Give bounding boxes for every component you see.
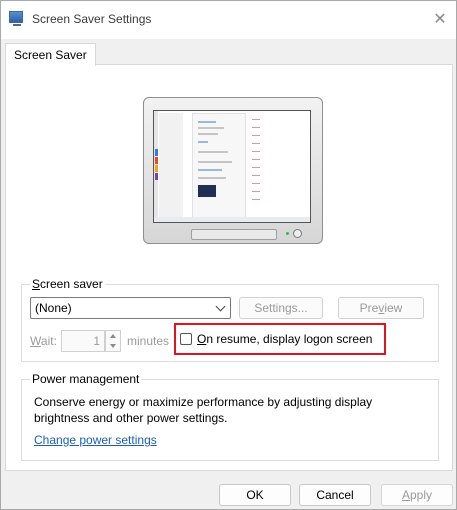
window-title: Screen Saver Settings	[32, 12, 152, 26]
title-bar: Screen Saver Settings ✕	[1, 1, 456, 39]
wait-minutes-spinner[interactable]	[105, 330, 121, 352]
wait-label: Wait:	[30, 334, 57, 348]
power-management-label: Power management	[30, 372, 142, 386]
wait-minutes-input[interactable]: 1	[61, 330, 105, 352]
preview-button[interactable]: Pre v iew	[338, 297, 424, 319]
spin-up-icon[interactable]	[110, 334, 116, 338]
settings-button[interactable]: Settings...	[239, 297, 323, 319]
power-button-icon	[293, 229, 302, 238]
preview-monitor	[143, 97, 323, 244]
screen-saver-select[interactable]: (None)	[30, 297, 231, 319]
change-power-settings-link[interactable]: Change power settings	[34, 433, 157, 447]
screen-saver-group: Screen saver (None) Settings... Pre v iew …	[21, 277, 439, 362]
resume-logon-checkbox[interactable]	[180, 333, 192, 345]
minutes-label: minutes	[127, 334, 170, 348]
monitor-screen-preview	[153, 110, 311, 223]
tab-panel: Screen saver (None) Settings... Pre v iew …	[5, 64, 453, 471]
close-button[interactable]: ✕	[424, 1, 456, 37]
power-management-group: Power management Conserve energy or maxi…	[21, 372, 439, 461]
screen-saver-selected-value: (None)	[35, 301, 72, 315]
resume-logon-label[interactable]: On resume, display logon screen	[197, 332, 372, 346]
power-led-icon	[286, 232, 289, 235]
ok-button[interactable]: OK	[219, 484, 291, 506]
display-icon	[9, 11, 23, 26]
screen-saver-group-label: Screen saver	[30, 277, 105, 291]
apply-button[interactable]: Apply	[381, 484, 453, 506]
tab-screen-saver[interactable]: Screen Saver	[5, 43, 96, 66]
spin-down-icon[interactable]	[110, 344, 116, 348]
cancel-button[interactable]: Cancel	[299, 484, 371, 506]
monitor-base	[191, 229, 277, 240]
screen-saver-settings-window: Screen Saver Settings ✕ Screen Saver Scr…	[0, 0, 457, 510]
power-description: Conserve energy or maximize performance …	[34, 395, 373, 425]
chevron-down-icon	[215, 301, 226, 312]
